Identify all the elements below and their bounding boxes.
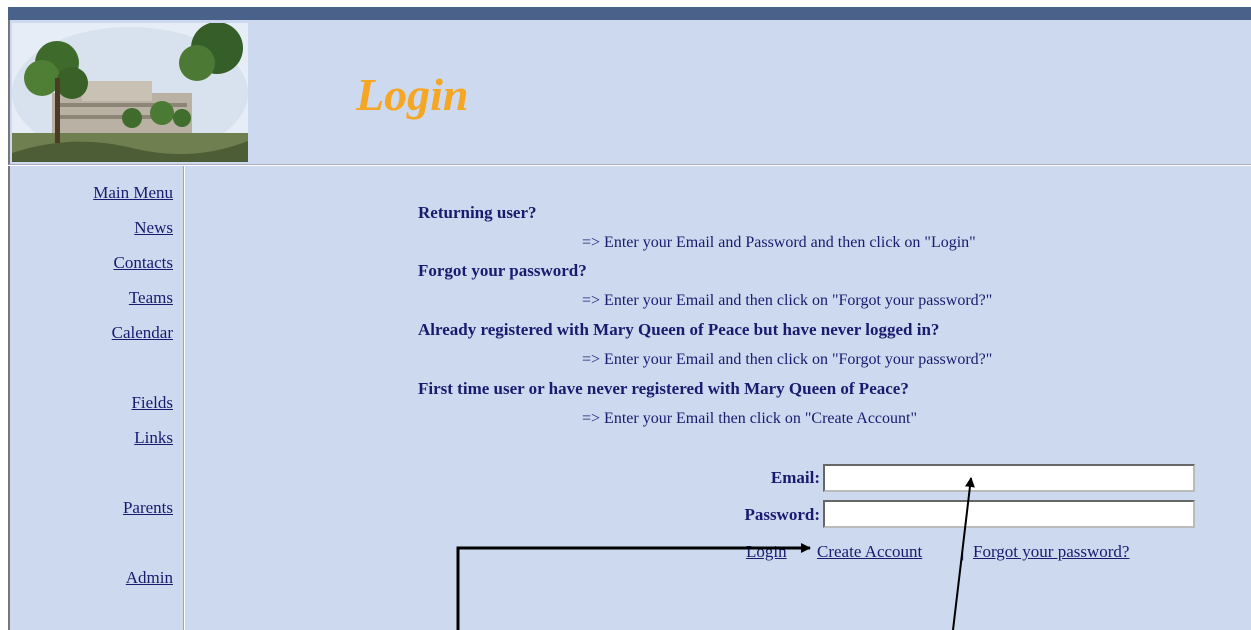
instruction-answer: => Enter your Email and then click on "F… [582,292,993,309]
login-link[interactable]: Login [746,542,787,562]
school-logo-image [12,23,248,162]
password-field[interactable] [823,500,1195,528]
sidebar-item-contacts[interactable]: Contacts [114,253,174,273]
instruction-answer: => Enter your Email and Password and the… [582,234,976,251]
school-building-illustration [12,23,248,162]
instruction-answer: => Enter your Email then click on "Creat… [582,410,918,427]
sidebar-item-teams[interactable]: Teams [129,288,173,308]
page-header: Login [8,20,1251,165]
instruction-answer: => Enter your Email and then click on "F… [582,351,993,368]
sidebar-item-calendar[interactable]: Calendar [112,323,173,343]
email-label: Email: [770,468,820,487]
sidebar-item-links[interactable]: Links [134,428,173,448]
password-label: Password: [744,505,820,524]
create-account-link[interactable]: Create Account [817,542,922,562]
email-field[interactable] [823,464,1195,492]
sidebar-item-admin[interactable]: Admin [126,568,173,588]
instruction-question: Returning user? [418,203,537,222]
top-strip [0,0,1251,7]
forgot-password-link[interactable]: Forgot your password? [973,542,1129,562]
instruction-question: First time user or have never registered… [418,379,909,398]
sidebar-item-fields[interactable]: Fields [131,393,173,413]
sidebar-item-parents[interactable]: Parents [123,498,173,518]
main-content: Returning user? => Enter your Email and … [185,166,1251,630]
sidebar-nav: Main Menu News Contacts Teams Calendar F… [8,166,184,630]
link-separator: | [961,542,965,561]
instruction-question: Forgot your password? [418,261,587,280]
instruction-question: Already registered with Mary Queen of Pe… [418,320,940,339]
top-bar [8,7,1251,20]
page-title: Login [356,69,469,120]
sidebar-item-main-menu[interactable]: Main Menu [93,183,173,203]
sidebar-item-news[interactable]: News [134,218,173,238]
